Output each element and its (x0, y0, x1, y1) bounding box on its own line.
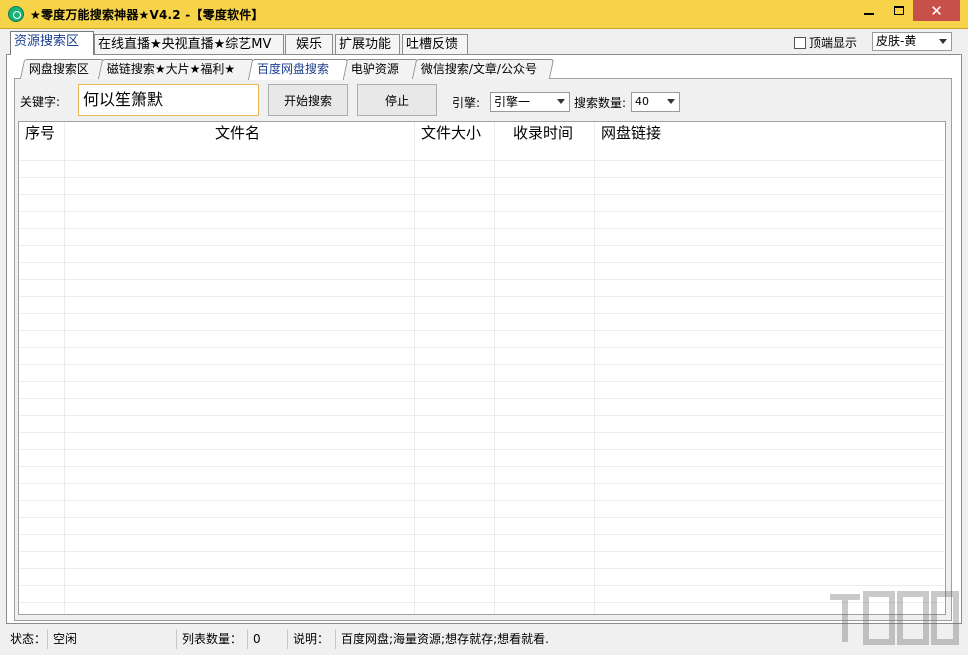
status-bar: 状态： 空闲 列表数量： 0 说明： 百度网盘;海量资源;想存就存;想看就看. (0, 625, 968, 655)
maximize-button[interactable] (885, 0, 913, 21)
column-divider (594, 122, 595, 614)
engine-label: 引擎: (452, 96, 481, 110)
topmost-checkbox[interactable] (794, 36, 806, 49)
table-body[interactable] (19, 144, 945, 614)
start-search-button[interactable]: 开始搜索 (268, 84, 348, 116)
skin-selected-value: 皮肤-黄 (876, 34, 917, 48)
topmost-label: 顶端显示 (809, 36, 858, 50)
subtab-edonkey[interactable]: 电驴资源 (341, 59, 419, 79)
app-logo-icon (8, 6, 24, 22)
count-label: 搜索数量: (574, 96, 627, 110)
maximize-icon (894, 6, 904, 15)
chevron-down-icon (939, 39, 947, 44)
count-select[interactable]: 40 (631, 92, 680, 112)
minimize-button[interactable] (855, 0, 883, 21)
stop-button[interactable]: 停止 (357, 84, 437, 116)
status-divider (287, 629, 288, 649)
results-table[interactable]: 序号 文件名 文件大小 收录时间 网盘链接 (18, 121, 946, 615)
engine-selected-value: 引擎一 (494, 95, 531, 109)
status-divider (176, 629, 177, 649)
tab-feedback[interactable]: 吐槽反馈 (402, 34, 468, 54)
column-header-filesize[interactable]: 文件大小 (421, 123, 481, 143)
chevron-down-icon (667, 99, 675, 104)
keyword-input[interactable]: 何以笙箫默 (78, 84, 259, 116)
column-header-indexed-time[interactable]: 收录时间 (513, 123, 573, 143)
table-header: 序号 文件名 文件大小 收录时间 网盘链接 (19, 122, 945, 144)
topmost-toggle[interactable]: 顶端显示 (794, 34, 857, 51)
column-header-index[interactable]: 序号 (25, 123, 55, 143)
skin-select[interactable]: 皮肤-黄 (872, 32, 952, 51)
keyword-label: 关键字: (20, 95, 61, 109)
window-title: ★零度万能搜索神器★V4.2 -【零度软件】 (30, 8, 264, 22)
status-divider (47, 629, 48, 649)
watermark-logo (830, 591, 959, 645)
status-state-value: 空闲 (53, 632, 78, 646)
title-bar: ★零度万能搜索神器★V4.2 -【零度软件】 ✕ (0, 0, 968, 29)
subtab-baidu-netdisk[interactable]: 百度网盘搜索 (247, 59, 349, 80)
tab-live-stream[interactable]: 在线直播★央视直播★综艺MV (94, 34, 284, 54)
subtab-wechat[interactable]: 微信搜索/文章/公众号 (411, 59, 555, 79)
subtab-magnet[interactable]: 磁链搜索★大片★福利★ (97, 59, 255, 79)
status-count-value: 0 (253, 632, 261, 646)
tab-extensions[interactable]: 扩展功能 (335, 34, 400, 54)
status-divider (247, 629, 248, 649)
tab-resource-search[interactable]: 资源搜索区 (10, 31, 94, 55)
status-desc-label: 说明： (293, 632, 330, 646)
status-count-label: 列表数量： (182, 632, 243, 646)
tab-entertainment[interactable]: 娱乐 (285, 34, 333, 54)
column-divider (414, 122, 415, 614)
engine-select[interactable]: 引擎一 (490, 92, 570, 112)
close-button[interactable]: ✕ (913, 0, 960, 21)
column-divider (64, 122, 65, 614)
status-desc-value: 百度网盘;海量资源;想存就存;想看就看. (341, 632, 549, 646)
minimize-icon (864, 12, 874, 15)
chevron-down-icon (557, 99, 565, 104)
column-divider (494, 122, 495, 614)
status-divider (335, 629, 336, 649)
column-header-link[interactable]: 网盘链接 (601, 123, 661, 143)
close-icon: ✕ (930, 1, 943, 20)
column-header-filename[interactable]: 文件名 (215, 123, 260, 143)
status-state-label: 状态： (10, 632, 47, 646)
count-selected-value: 40 (635, 95, 649, 108)
subtab-netdisk[interactable]: 网盘搜索区 (19, 59, 105, 79)
